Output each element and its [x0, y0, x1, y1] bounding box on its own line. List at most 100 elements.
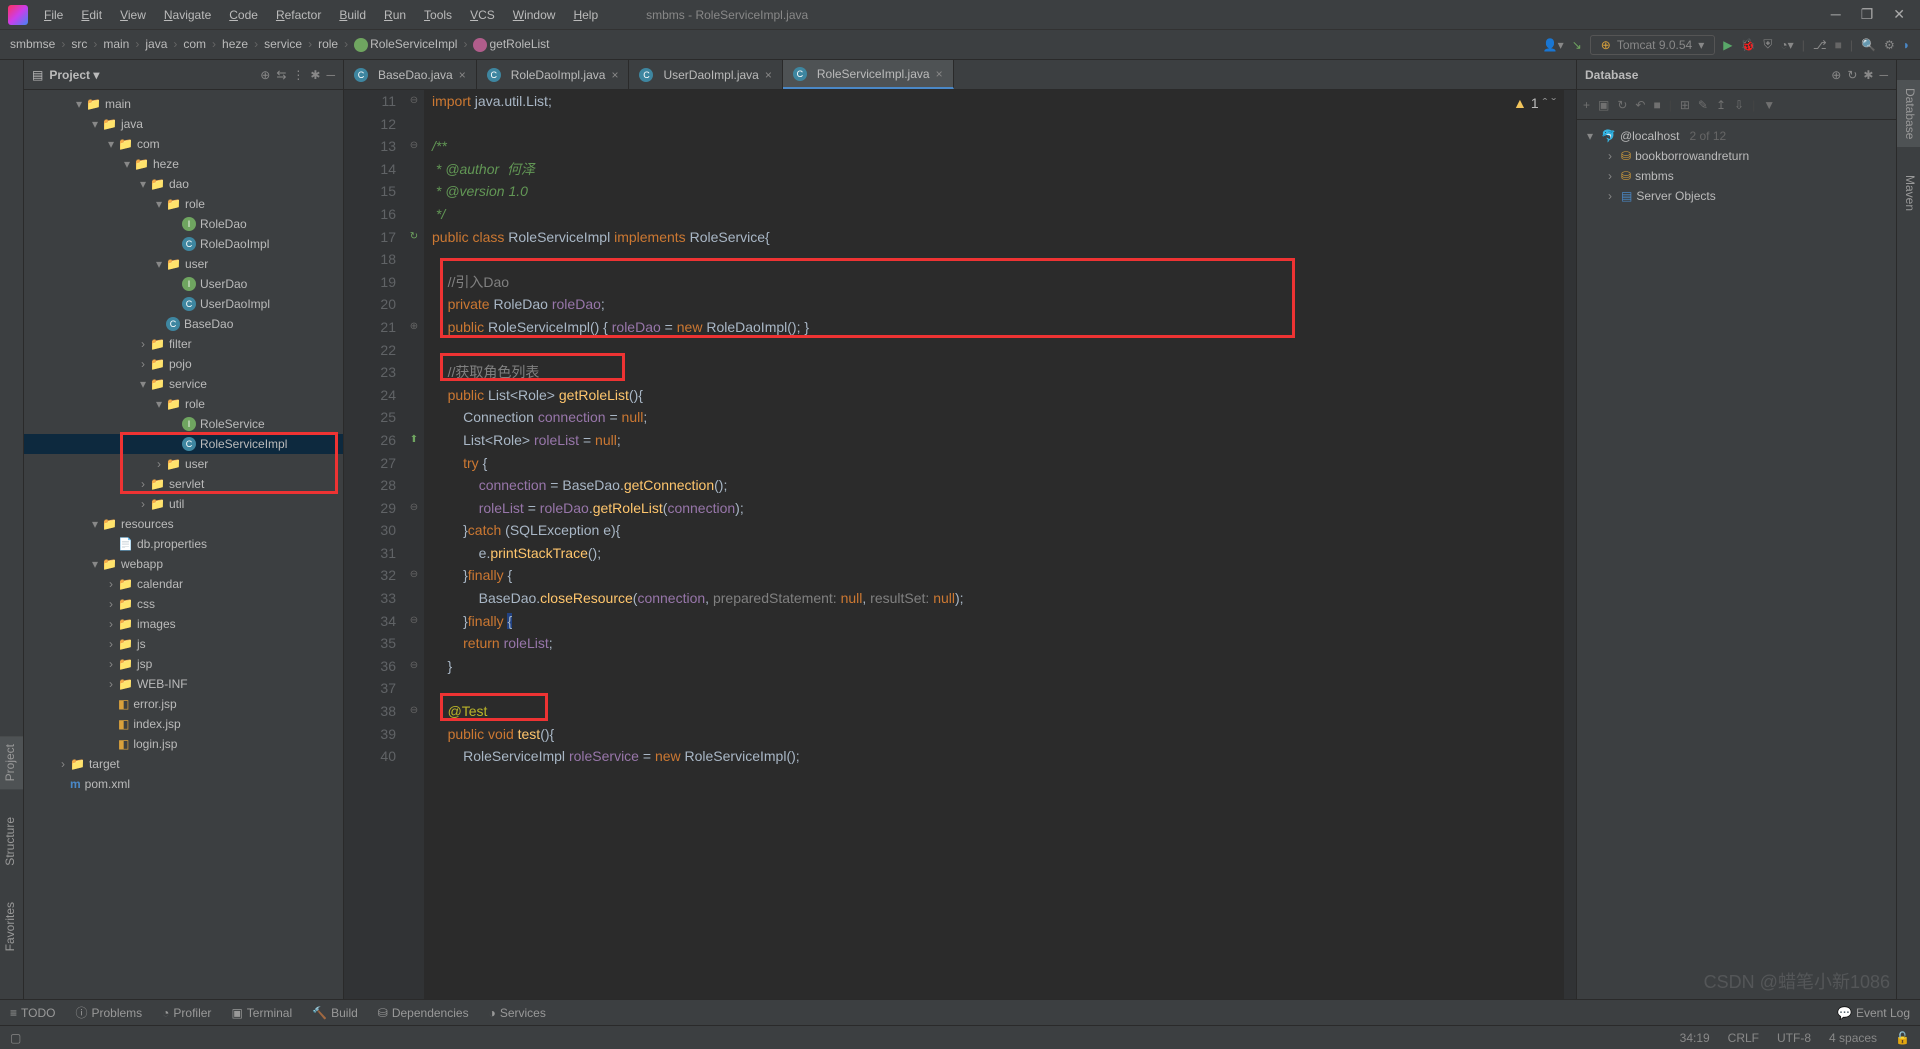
debug-button[interactable]: 🐞 — [1740, 38, 1755, 52]
up-icon[interactable]: ˆ — [1543, 95, 1548, 111]
profile-button[interactable]: ◔▾ — [1780, 38, 1793, 52]
project-tree[interactable]: ▾📁main▾📁java▾📁com▾📁heze▾📁dao▾📁roleIRoleD… — [24, 90, 343, 999]
settings-button[interactable]: ⚙ — [1884, 38, 1895, 52]
menu-help[interactable]: Help — [565, 4, 606, 26]
db-hide-icon[interactable]: ─ — [1879, 68, 1888, 82]
tab-roleserviceimpl[interactable]: CRoleServiceImpl.java× — [783, 60, 954, 89]
maximize-button[interactable]: ❐ — [1861, 6, 1874, 23]
expand-all-icon[interactable]: ⇆ — [276, 68, 286, 82]
tree-item-pom-xml[interactable]: mpom.xml — [24, 774, 343, 794]
crumb-main[interactable]: main — [103, 37, 129, 51]
git-icon[interactable]: ⎇ — [1813, 38, 1827, 52]
db-add-icon[interactable]: + — [1583, 98, 1590, 112]
crumb-role[interactable]: role — [318, 37, 338, 51]
db-edit-icon[interactable]: ✎ — [1698, 98, 1708, 112]
menu-refactor[interactable]: Refactor — [268, 4, 329, 26]
fold-gutter[interactable]: ⊖ ⊖ ↻ ⊕ ⬆ ⊖ ⊖ ⊖ ⊖ ⊖ — [404, 90, 424, 999]
down-icon[interactable]: ˇ — [1551, 95, 1556, 111]
menu-code[interactable]: Code — [221, 4, 266, 26]
tree-item-css[interactable]: ›📁css — [24, 594, 343, 614]
tree-item-db-properties[interactable]: 📄db.properties — [24, 534, 343, 554]
db-table-icon[interactable]: ⊞ — [1680, 98, 1690, 112]
crumb-getrolelist[interactable]: getRoleList — [473, 37, 549, 52]
tree-item-images[interactable]: ›📁images — [24, 614, 343, 634]
menu-file[interactable]: File — [36, 4, 71, 26]
tab-roledaoimpl[interactable]: CRoleDaoImpl.java× — [477, 60, 630, 89]
db-gear-icon[interactable]: ✱ — [1863, 68, 1873, 82]
db-sync-icon[interactable]: ⊕ — [1831, 68, 1841, 82]
tree-item-dao[interactable]: ▾📁dao — [24, 174, 343, 194]
line-sep[interactable]: CRLF — [1728, 1031, 1759, 1045]
select-opened-icon[interactable]: ⊕ — [260, 68, 270, 82]
dependencies-tool[interactable]: ⛁Dependencies — [378, 1006, 469, 1020]
terminal-tool[interactable]: ▣Terminal — [231, 1006, 292, 1020]
tree-item-userdaoimpl[interactable]: CUserDaoImpl — [24, 294, 343, 314]
maven-tool-tab[interactable]: Maven — [1897, 167, 1920, 219]
menu-tools[interactable]: Tools — [416, 4, 460, 26]
tree-item-user[interactable]: ›📁user — [24, 454, 343, 474]
event-log[interactable]: 💬Event Log — [1837, 1006, 1910, 1020]
db-refresh2-icon[interactable]: ↻ — [1617, 98, 1627, 112]
tree-item-roleservice[interactable]: IRoleService — [24, 414, 343, 434]
code-area[interactable]: import java.util.List; /** * @author 何泽 … — [424, 90, 1576, 999]
db-stop-icon[interactable]: ■ — [1653, 98, 1660, 112]
tree-item-login-jsp[interactable]: ◧login.jsp — [24, 734, 343, 754]
tree-item-index-jsp[interactable]: ◧index.jsp — [24, 714, 343, 734]
tree-item-error-jsp[interactable]: ◧error.jsp — [24, 694, 343, 714]
tree-item-service[interactable]: ▾📁service — [24, 374, 343, 394]
tree-item-resources[interactable]: ▾📁resources — [24, 514, 343, 534]
crumb-heze[interactable]: heze — [222, 37, 248, 51]
tree-item-filter[interactable]: ›📁filter — [24, 334, 343, 354]
menu-build[interactable]: Build — [331, 4, 374, 26]
crumb-service[interactable]: service — [264, 37, 302, 51]
build-icon[interactable]: ↘ — [1572, 38, 1582, 52]
db-connection[interactable]: ▾ 🐬 @localhost 2 of 12 — [1583, 126, 1890, 146]
tree-item-js[interactable]: ›📁js — [24, 634, 343, 654]
todo-tool[interactable]: ≡TODO — [10, 1006, 55, 1020]
tree-item-com[interactable]: ▾📁com — [24, 134, 343, 154]
tree-item-role[interactable]: ▾📁role — [24, 394, 343, 414]
file-encoding[interactable]: UTF-8 — [1777, 1031, 1811, 1045]
database-tool-tab[interactable]: Database — [1897, 80, 1920, 147]
tree-item-pojo[interactable]: ›📁pojo — [24, 354, 343, 374]
menu-window[interactable]: Window — [505, 4, 564, 26]
run-button[interactable]: ▶ — [1723, 38, 1732, 52]
minimize-button[interactable]: ─ — [1831, 6, 1841, 23]
avatar-icon[interactable]: ◗ — [1903, 38, 1910, 52]
tree-item-target[interactable]: ›📁target — [24, 754, 343, 774]
tree-item-role[interactable]: ▾📁role — [24, 194, 343, 214]
inspection-widget[interactable]: ▲ 1 ˆ ˇ — [1513, 95, 1556, 111]
close-tab-icon[interactable]: × — [765, 68, 772, 82]
run-config-selector[interactable]: ⊕ Tomcat 9.0.54 ▾ — [1590, 35, 1715, 55]
problems-tool[interactable]: ⓘProblems — [75, 1004, 142, 1021]
db-dup-icon[interactable]: ▣ — [1598, 98, 1609, 112]
db-tree[interactable]: ▾ 🐬 @localhost 2 of 12 ›⛁bookborrowandre… — [1577, 120, 1896, 212]
project-tool-tab[interactable]: Project — [0, 736, 23, 789]
editor-body[interactable]: 11 12 13 14 15 16 17 18 19 20 21 22 23 2… — [344, 90, 1576, 999]
tree-item-roleserviceimpl[interactable]: CRoleServiceImpl — [24, 434, 343, 454]
structure-tool-tab[interactable]: Structure — [0, 809, 23, 874]
tree-item-util[interactable]: ›📁util — [24, 494, 343, 514]
error-stripe[interactable] — [1564, 90, 1576, 999]
crumb-roleserviceimpl[interactable]: RoleServiceImpl — [354, 37, 457, 52]
db-refresh-icon[interactable]: ↻ — [1847, 68, 1857, 82]
db-filter-icon[interactable]: ▼ — [1763, 98, 1775, 112]
crumb-com[interactable]: com — [183, 37, 206, 51]
close-button[interactable]: ✕ — [1893, 6, 1905, 23]
tree-item-roledao[interactable]: IRoleDao — [24, 214, 343, 234]
db-revert-icon[interactable]: ↶ — [1635, 98, 1645, 112]
build-tool[interactable]: 🔨Build — [312, 1006, 358, 1020]
db-server-objects[interactable]: ›▤Server Objects — [1583, 186, 1890, 206]
tree-item-jsp[interactable]: ›📁jsp — [24, 654, 343, 674]
menu-run[interactable]: Run — [376, 4, 414, 26]
tree-item-java[interactable]: ▾📁java — [24, 114, 343, 134]
tool-window-icon[interactable]: ▢ — [10, 1031, 21, 1045]
db-schema-1[interactable]: ›⛁bookborrowandreturn — [1583, 146, 1890, 166]
tree-item-basedao[interactable]: CBaseDao — [24, 314, 343, 334]
gear-icon[interactable]: ✱ — [310, 68, 320, 82]
tree-item-web-inf[interactable]: ›📁WEB-INF — [24, 674, 343, 694]
tree-item-heze[interactable]: ▾📁heze — [24, 154, 343, 174]
tree-item-servlet[interactable]: ›📁servlet — [24, 474, 343, 494]
line-gutter[interactable]: 11 12 13 14 15 16 17 18 19 20 21 22 23 2… — [344, 90, 404, 999]
services-tool[interactable]: ◑Services — [489, 1006, 546, 1020]
